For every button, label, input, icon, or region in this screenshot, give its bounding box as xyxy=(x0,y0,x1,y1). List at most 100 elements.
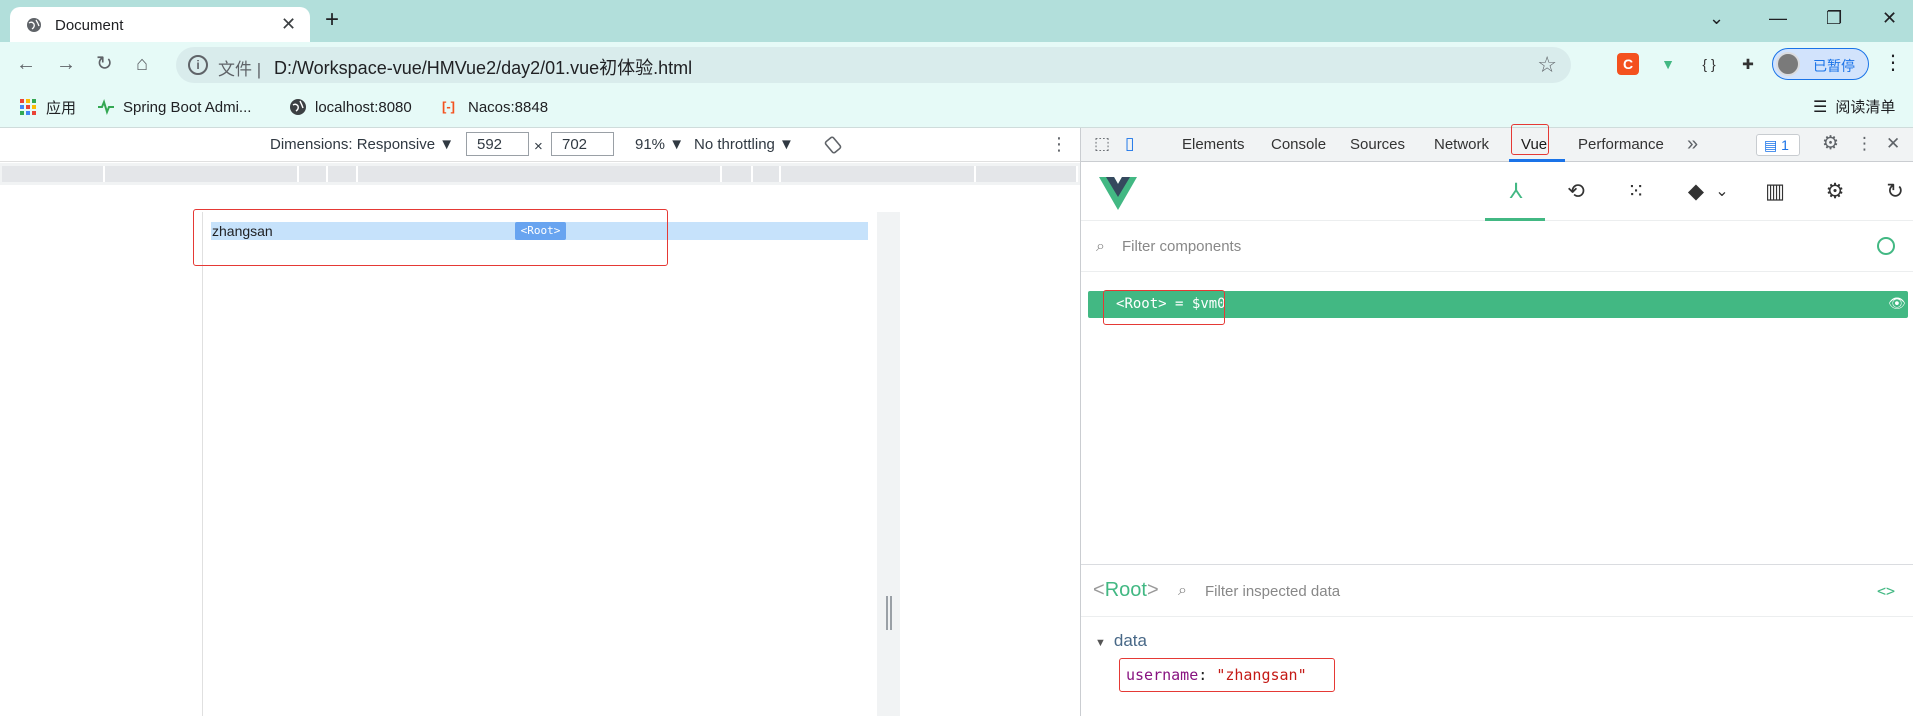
ruler-segment[interactable] xyxy=(2,166,105,182)
section-label: data xyxy=(1113,631,1147,650)
globe-icon xyxy=(27,18,41,32)
timeline-history-icon[interactable]: ⟲ xyxy=(1562,178,1590,206)
reload-button[interactable]: ↻ xyxy=(96,53,113,75)
browser-menu-icon[interactable]: ⋮ xyxy=(1883,52,1903,74)
ruler-segment[interactable] xyxy=(105,166,299,182)
vue-devtools-icon[interactable]: ▼ xyxy=(1657,53,1679,75)
select-component-icon[interactable] xyxy=(1877,237,1895,255)
eye-icon[interactable]: 👁 xyxy=(1888,295,1906,312)
data-section-header[interactable]: ▼ data xyxy=(1095,631,1147,651)
apps-icon xyxy=(20,99,36,115)
minimize-button[interactable]: — xyxy=(1769,8,1787,28)
zoom-dropdown[interactable]: 91% ▼ xyxy=(635,136,684,153)
routing-icon[interactable]: ◆ xyxy=(1682,178,1710,206)
forward-button[interactable]: → xyxy=(56,53,76,75)
vue-devtools-header: ⅄ ⟲ ⁙ ◆ ⌄ ▥ ⚙ ↻ xyxy=(1081,162,1913,221)
puzzle-icon[interactable]: ✚ xyxy=(1737,53,1759,75)
ruler-segment[interactable] xyxy=(299,166,328,182)
annotation-box xyxy=(193,209,668,266)
browser-toolbar: ← → ↻ ⌂ i 文件 | D:/Workspace-vue/HMVue2/d… xyxy=(0,42,1913,88)
home-button[interactable]: ⌂ xyxy=(136,53,148,75)
ruler-segment[interactable] xyxy=(976,166,1078,182)
components-icon[interactable]: ⅄ xyxy=(1502,178,1530,206)
tab-performance[interactable]: Performance xyxy=(1578,136,1664,153)
bookmark-label: Nacos:8848 xyxy=(468,98,549,116)
code-toggle-icon[interactable]: <> xyxy=(1877,582,1895,600)
emulated-page xyxy=(202,212,877,716)
tab-elements[interactable]: Elements xyxy=(1182,136,1245,153)
search-icon: ⌕ xyxy=(1096,238,1105,255)
viewport-width-input[interactable] xyxy=(466,132,529,156)
reading-list-icon: ☰ xyxy=(1813,98,1828,116)
bookmark-spring-boot[interactable]: Spring Boot Admi... xyxy=(97,96,251,118)
ruler-segment[interactable] xyxy=(781,166,976,182)
devtools-tabbar: ⬚ ▯ Elements Console Sources Network Vue… xyxy=(1081,128,1913,162)
inspect-element-icon[interactable]: ⬚ xyxy=(1094,135,1110,153)
component-filter[interactable]: ⌕ Filter components xyxy=(1081,222,1913,272)
devtools-menu-icon[interactable]: ⋮ xyxy=(1856,135,1873,153)
close-devtools-icon[interactable]: ✕ xyxy=(1886,135,1900,153)
profile-button[interactable]: 已暂停 xyxy=(1772,48,1869,80)
tab-close-icon[interactable]: ✕ xyxy=(281,15,296,33)
annotation-box xyxy=(1119,658,1335,692)
ruler-segment[interactable] xyxy=(358,166,722,182)
tab-sources[interactable]: Sources xyxy=(1350,136,1405,153)
bookmark-label: 应用 xyxy=(46,99,77,117)
page-scrollbar[interactable] xyxy=(877,212,900,716)
browser-tab[interactable]: Document ✕ xyxy=(10,7,310,42)
annotation-box xyxy=(1103,290,1225,325)
performance-chart-icon[interactable]: ▥ xyxy=(1761,178,1789,206)
issues-count: 1 xyxy=(1781,137,1789,153)
nacos-icon: [-] xyxy=(442,99,455,114)
tab-title: Document xyxy=(55,17,124,34)
tab-console[interactable]: Console xyxy=(1271,136,1326,153)
bookmark-nacos[interactable]: [-] Nacos:8848 xyxy=(442,96,548,118)
bookmark-apps[interactable]: 应用 xyxy=(20,96,76,118)
ruler-segment[interactable] xyxy=(328,166,358,182)
chevron-down-icon[interactable]: ⌄ xyxy=(1708,178,1736,206)
bookmark-localhost[interactable]: localhost:8080 xyxy=(289,96,412,118)
info-icon[interactable]: i xyxy=(188,55,208,75)
settings-gear-icon[interactable]: ⚙ xyxy=(1822,134,1839,153)
inspected-component-name: <Root> xyxy=(1093,579,1159,601)
inspector-header: <Root> ⌕ Filter inspected data <> xyxy=(1081,565,1913,617)
rotate-icon[interactable] xyxy=(824,136,842,154)
restore-button[interactable]: ❐ xyxy=(1826,8,1842,28)
bookmark-label: localhost:8080 xyxy=(315,98,412,116)
device-toggle-icon[interactable]: ▯ xyxy=(1125,135,1134,153)
message-icon: ▤ xyxy=(1764,137,1778,153)
vue-settings-icon[interactable]: ⚙ xyxy=(1821,178,1849,206)
filter-inspected-input[interactable]: Filter inspected data xyxy=(1205,583,1340,600)
ruler-segment[interactable] xyxy=(753,166,781,182)
issues-badge[interactable]: ▤ 1 xyxy=(1756,134,1800,156)
close-window-button[interactable]: ✕ xyxy=(1882,8,1897,28)
filter-components-input[interactable]: Filter components xyxy=(1122,238,1241,255)
address-bar[interactable]: i 文件 | D:/Workspace-vue/HMVue2/day2/01.v… xyxy=(176,47,1571,83)
viewport-resize-handle[interactable] xyxy=(886,596,892,630)
refresh-icon[interactable]: ↻ xyxy=(1881,178,1909,206)
viewport-height-input[interactable] xyxy=(551,132,614,156)
active-tool-indicator xyxy=(1485,218,1545,221)
avatar xyxy=(1776,52,1800,76)
reading-list-button[interactable]: ☰ 阅读清单 xyxy=(1813,96,1895,117)
tab-network[interactable]: Network xyxy=(1434,136,1489,153)
bookmark-star-icon[interactable]: ☆ xyxy=(1537,52,1557,78)
dimensions-dropdown[interactable]: Dimensions: Responsive ▼ xyxy=(270,136,454,153)
times-symbol: × xyxy=(534,138,543,155)
back-button[interactable]: ← xyxy=(16,53,36,75)
c-extension-icon[interactable]: C xyxy=(1617,53,1639,75)
annotation-box xyxy=(1511,124,1549,155)
component-inspector: <Root> ⌕ Filter inspected data <> ▼ data … xyxy=(1081,564,1913,716)
throttling-dropdown[interactable]: No throttling ▼ xyxy=(694,136,794,153)
url-text[interactable]: D:/Workspace-vue/HMVue2/day2/01.vue初体验.h… xyxy=(274,54,692,80)
json-viewer-icon[interactable]: { } xyxy=(1698,53,1720,75)
tab-search-icon[interactable]: ⌄ xyxy=(1709,8,1724,28)
more-tabs-icon[interactable]: » xyxy=(1687,134,1698,154)
ruler-segment[interactable] xyxy=(722,166,753,182)
new-tab-button[interactable]: + xyxy=(325,8,339,32)
bookmarks-bar: 应用 Spring Boot Admi... localhost:8080 [-… xyxy=(0,88,1913,128)
vue-logo-icon xyxy=(1099,177,1137,210)
pulse-icon xyxy=(98,98,114,116)
device-menu-icon[interactable]: ⋮ xyxy=(1050,134,1068,155)
plugins-dots-icon[interactable]: ⁙ xyxy=(1622,178,1650,206)
